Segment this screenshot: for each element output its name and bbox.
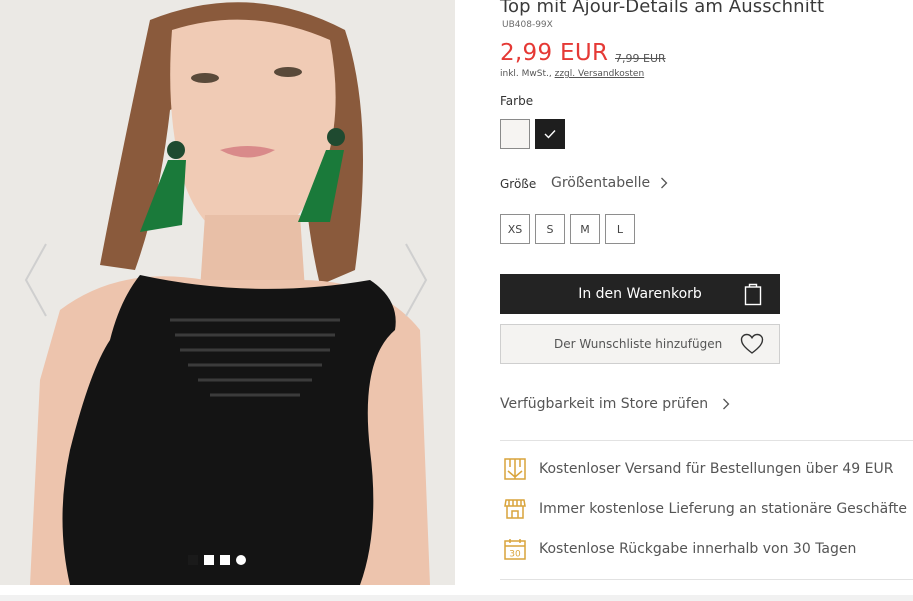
chevron-right-icon — [723, 398, 730, 410]
product-photo — [0, 0, 455, 585]
old-price: 7,99 EUR — [615, 52, 666, 65]
current-price: 2,99 EUR — [500, 40, 609, 66]
gallery-dot[interactable] — [220, 555, 230, 565]
benefit-text: Immer kostenlose Lieferung an stationäre… — [539, 501, 908, 517]
benefit-store-delivery: Immer kostenlose Lieferung an stationäre… — [503, 497, 907, 521]
gallery-dot[interactable] — [204, 555, 214, 565]
size-label: Größe — [500, 177, 537, 191]
page-bottom-bar — [0, 595, 913, 601]
product-sku: UB408-99X — [502, 20, 553, 30]
shipping-costs-link[interactable]: zzgl. Versandkosten — [555, 69, 645, 79]
benefit-free-returns: 30 Kostenlose Rückgabe innerhalb von 30 … — [503, 537, 856, 561]
calendar-30-icon: 30 — [504, 539, 526, 560]
store-availability-link[interactable]: Verfügbarkeit im Store prüfen — [500, 396, 730, 412]
checkmark-icon — [544, 130, 556, 139]
next-image-arrow-icon[interactable] — [400, 240, 430, 320]
store-availability-label: Verfügbarkeit im Store prüfen — [500, 396, 709, 412]
tax-prefix: inkl. MwSt., — [500, 69, 552, 79]
chevron-right-icon — [661, 177, 668, 189]
gallery-pagination — [188, 555, 246, 565]
delivery-box-icon — [504, 458, 526, 480]
add-to-cart-label: In den Warenkorb — [578, 286, 702, 302]
benefit-text: Kostenloser Versand für Bestellungen übe… — [539, 461, 894, 477]
gallery-dot-active[interactable] — [236, 555, 246, 565]
store-icon — [504, 499, 526, 519]
divider — [500, 579, 913, 580]
benefit-text: Kostenlose Rückgabe innerhalb von 30 Tag… — [539, 541, 857, 557]
previous-image-arrow-icon[interactable] — [22, 240, 52, 320]
size-option-xs[interactable]: XS — [500, 214, 530, 244]
color-swatch-white[interactable] — [500, 119, 530, 149]
heart-icon — [740, 333, 764, 354]
svg-text:30: 30 — [509, 550, 521, 560]
size-option-s[interactable]: S — [535, 214, 565, 244]
product-title: Top mit Ajour-Details am Ausschnitt — [500, 0, 825, 17]
gallery-dot[interactable] — [188, 555, 198, 565]
shopping-bag-icon — [744, 283, 762, 306]
color-label: Farbe — [500, 94, 534, 108]
size-table-link[interactable]: Größentabelle — [551, 175, 668, 191]
size-option-l[interactable]: L — [605, 214, 635, 244]
size-option-m[interactable]: M — [570, 214, 600, 244]
benefit-free-shipping: Kostenloser Versand für Bestellungen übe… — [503, 457, 893, 481]
size-table-label: Größentabelle — [551, 175, 651, 191]
divider — [500, 440, 913, 441]
product-gallery — [0, 0, 455, 585]
add-to-cart-button[interactable]: In den Warenkorb — [500, 274, 780, 314]
product-info: Top mit Ajour-Details am Ausschnitt UB40… — [500, 0, 913, 601]
add-to-wishlist-label: Der Wunschliste hinzufügen — [554, 337, 723, 351]
add-to-wishlist-button[interactable]: Der Wunschliste hinzufügen — [500, 324, 780, 364]
tax-note: inkl. MwSt., zzgl. Versandkosten — [500, 69, 644, 79]
color-swatch-black[interactable] — [535, 119, 565, 149]
